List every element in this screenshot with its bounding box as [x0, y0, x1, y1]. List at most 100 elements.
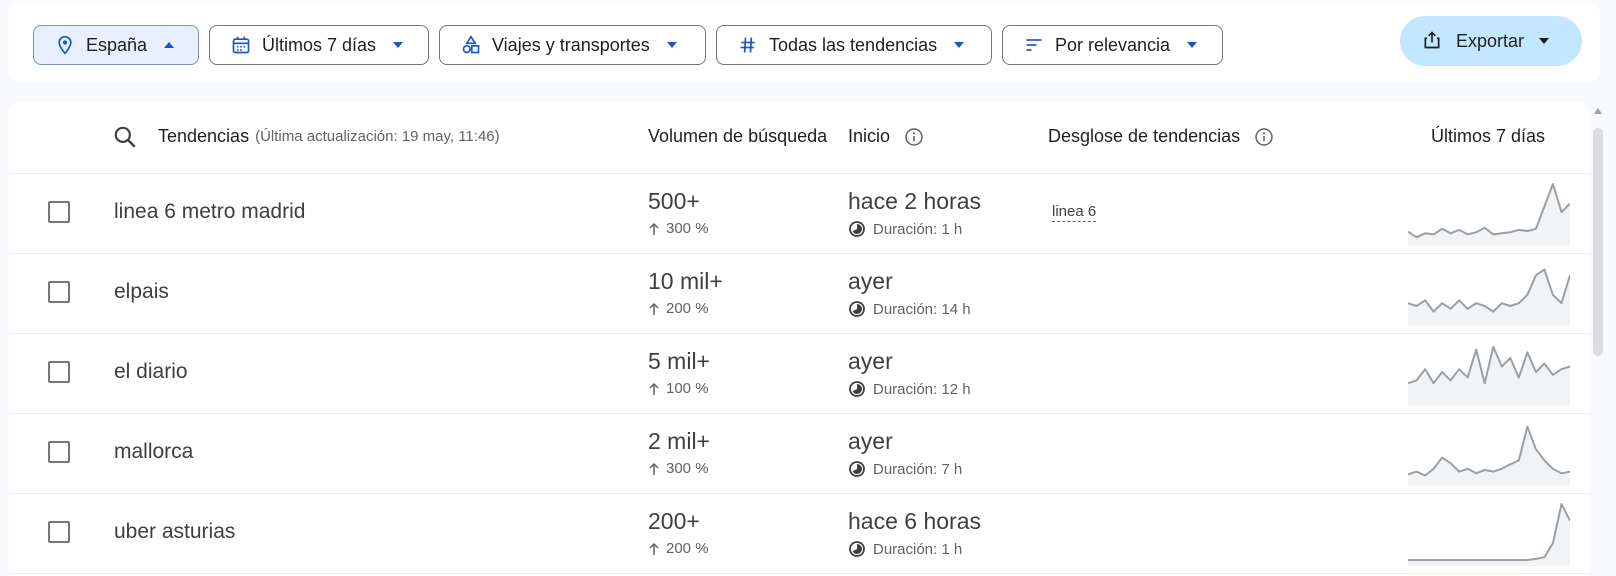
trend-term[interactable]: elpais	[114, 280, 169, 304]
volume-change: 200 %	[648, 300, 709, 317]
trend-term[interactable]: mallorca	[114, 440, 193, 464]
start-time: ayer	[848, 268, 893, 294]
last7-column-header: Últimos 7 días	[1431, 126, 1545, 147]
trend-term[interactable]: linea 6 metro madrid	[114, 200, 305, 224]
duration-clock-icon	[848, 460, 866, 478]
search-volume: 2 mil+	[648, 428, 710, 454]
volume-header-label: Volumen de búsqueda	[648, 126, 828, 146]
chevron-down-icon	[390, 37, 406, 53]
search-icon[interactable]	[112, 124, 138, 150]
vertical-scrollbar[interactable]	[1592, 108, 1604, 576]
last-update-label: (Última actualización: 19 may, 11:46)	[255, 128, 500, 145]
row-checkbox[interactable]	[48, 361, 70, 383]
sort-filter-label: Por relevancia	[1055, 34, 1171, 55]
share-export-icon	[1422, 30, 1444, 52]
trends-table: Tendencias (Última actualización: 19 may…	[8, 102, 1590, 576]
info-icon[interactable]	[904, 127, 924, 147]
location-pin-icon	[54, 34, 76, 56]
start-header-label: Inicio	[848, 126, 891, 146]
duration-value: Duración: 1 h	[873, 540, 963, 558]
scrollbar-thumb[interactable]	[1593, 128, 1603, 356]
table-row[interactable]: linea 6 metro madrid 500+ 300 % hace 2 h…	[8, 174, 1590, 254]
row-checkbox[interactable]	[48, 441, 70, 463]
table-header: Tendencias (Última actualización: 19 may…	[8, 102, 1590, 174]
arrow-up-icon	[648, 222, 660, 236]
start-time: hace 6 horas	[848, 508, 981, 534]
volume-change: 300 %	[648, 220, 709, 237]
start-time: ayer	[848, 428, 893, 454]
table-row[interactable]: uber asturias 200+ 200 % hace 6 horas Du…	[8, 494, 1590, 574]
search-volume: 200+	[648, 508, 700, 534]
chevron-down-icon	[1184, 37, 1200, 53]
volume-change-value: 200 %	[666, 300, 709, 317]
duration: Duración: 1 h	[848, 540, 962, 558]
trend-term[interactable]: uber asturias	[114, 520, 235, 544]
row-checkbox[interactable]	[48, 281, 70, 303]
category-filter-label: Viajes y transportes	[492, 34, 650, 55]
search-volume: 10 mil+	[648, 268, 723, 294]
table-row[interactable]: el diario 5 mil+ 100 % ayer Duración: 12…	[8, 334, 1590, 414]
duration: Duración: 14 h	[848, 300, 971, 318]
row-checkbox[interactable]	[48, 521, 70, 543]
category-filter-chip[interactable]: Viajes y transportes	[439, 25, 706, 65]
sparkline	[1408, 268, 1570, 326]
volume-column-header[interactable]: Volumen de búsqueda	[648, 126, 838, 147]
location-filter-label: España	[86, 34, 148, 55]
export-button[interactable]: Exportar	[1400, 16, 1582, 66]
calendar-icon	[230, 34, 252, 56]
breakdown-column-header: Desglose de tendencias	[1048, 126, 1274, 147]
search-volume: 5 mil+	[648, 348, 710, 374]
sparkline-line	[1408, 503, 1570, 561]
trend-term[interactable]: el diario	[114, 360, 188, 384]
sort-lines-icon	[1023, 34, 1045, 56]
breakdown-chip[interactable]: linea 6	[1052, 203, 1097, 222]
period-filter-chip[interactable]: Últimos 7 días	[209, 25, 429, 65]
sparkline-area	[1408, 184, 1570, 246]
duration-value: Duración: 7 h	[873, 460, 963, 478]
row-checkbox[interactable]	[48, 201, 70, 223]
sparkline-area	[1408, 269, 1570, 326]
table-row[interactable]: elpais 10 mil+ 200 % ayer Duración: 14 h	[8, 254, 1590, 334]
duration-value: Duración: 12 h	[873, 380, 971, 398]
volume-change-value: 300 %	[666, 220, 709, 237]
duration-value: Duración: 14 h	[873, 300, 971, 318]
sort-filter-chip[interactable]: Por relevancia	[1002, 25, 1223, 65]
sparkline	[1408, 425, 1570, 486]
sparkline	[1408, 183, 1570, 246]
period-filter-label: Últimos 7 días	[262, 34, 377, 55]
start-column-header[interactable]: Inicio	[848, 126, 924, 147]
sparkline	[1408, 345, 1570, 406]
location-filter-chip[interactable]: España	[33, 25, 199, 65]
start-time: hace 2 horas	[848, 188, 981, 214]
chevron-down-icon	[951, 37, 967, 53]
sparkline-area	[1408, 346, 1570, 406]
sparkline	[1408, 503, 1570, 566]
duration: Duración: 12 h	[848, 380, 971, 398]
arrow-up-icon	[648, 542, 660, 556]
table-row[interactable]: mallorca 2 mil+ 300 % ayer Duración: 7 h	[8, 414, 1590, 494]
sparkline-area	[1408, 426, 1570, 486]
hash-icon	[737, 34, 759, 56]
volume-change-value: 300 %	[666, 460, 709, 477]
chevron-down-icon	[664, 37, 680, 53]
export-label: Exportar	[1456, 30, 1525, 51]
start-time: ayer	[848, 348, 893, 374]
volume-change-value: 200 %	[666, 540, 709, 557]
info-icon[interactable]	[1254, 127, 1274, 147]
volume-change: 200 %	[648, 540, 709, 557]
trend-type-filter-label: Todas las tendencias	[769, 34, 938, 55]
search-volume: 500+	[648, 188, 700, 214]
duration-value: Duración: 1 h	[873, 220, 963, 238]
scroll-up-arrow-icon[interactable]	[1594, 108, 1602, 114]
last7-header-label: Últimos 7 días	[1431, 126, 1546, 146]
volume-change-value: 100 %	[666, 380, 709, 397]
trends-column-header: Tendencias (Última actualización: 19 may…	[158, 126, 500, 147]
breakdown-header-label: Desglose de tendencias	[1048, 126, 1241, 146]
arrow-up-icon	[648, 462, 660, 476]
caret-up-icon	[161, 37, 177, 53]
trends-header-label: Tendencias	[158, 126, 250, 146]
duration-clock-icon	[848, 380, 866, 398]
arrow-up-icon	[648, 382, 660, 396]
duration: Duración: 7 h	[848, 460, 962, 478]
trend-type-filter-chip[interactable]: Todas las tendencias	[716, 25, 992, 65]
